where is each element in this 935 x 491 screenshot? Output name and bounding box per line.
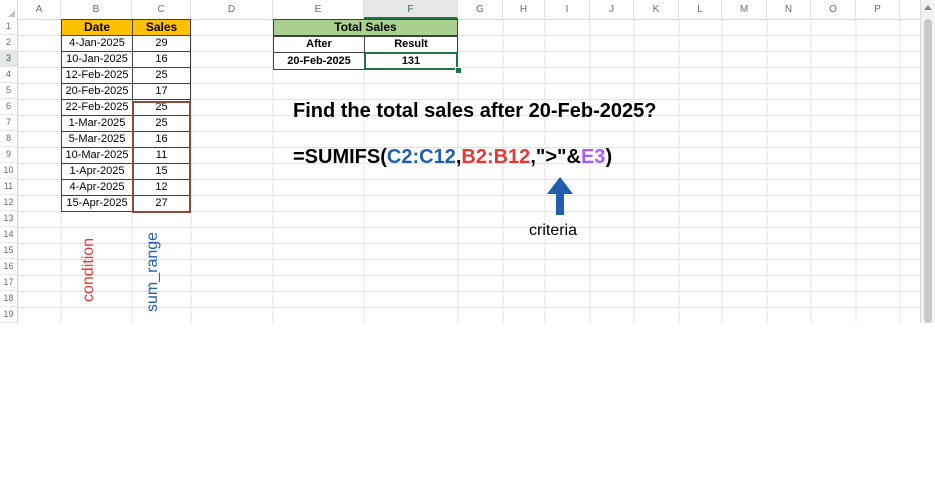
spreadsheet-grid[interactable]: ABCDEFGHIJKLMNOP 1 2 3 4 5 6 7 8 9 10 11 12 13 14 15 16…	[0, 0, 935, 323]
row-header-13[interactable]: 13	[0, 211, 18, 227]
column-header-f[interactable]: F	[364, 0, 458, 19]
date-cell[interactable]: 15-Apr-2025	[61, 195, 133, 212]
date-cell[interactable]: 4-Jan-2025	[61, 35, 133, 52]
result-cell[interactable]: 131	[364, 52, 458, 70]
column-header-e[interactable]: E	[273, 0, 364, 19]
sales-cell[interactable]: 15	[132, 163, 191, 180]
date-cell[interactable]: 1-Apr-2025	[61, 163, 133, 180]
formula-close: )	[605, 146, 613, 168]
scroll-thumb[interactable]	[924, 19, 932, 323]
row-header-17[interactable]: 17	[0, 275, 18, 291]
row-header-10[interactable]: 10	[0, 163, 18, 179]
header-result[interactable]: Result	[364, 36, 458, 53]
row-header-15[interactable]: 15	[0, 243, 18, 259]
column-header-m[interactable]: M	[722, 0, 767, 19]
column-header-d[interactable]: D	[191, 0, 273, 19]
column-header-n[interactable]: N	[767, 0, 811, 19]
column-header-k[interactable]: K	[634, 0, 679, 19]
total-sales-title[interactable]: Total Sales	[273, 19, 458, 36]
formula-operator: ,">"&	[530, 146, 581, 168]
row-header-1[interactable]: 1	[0, 19, 18, 35]
column-header-g[interactable]: G	[458, 0, 503, 19]
formula-function: =SUMIFS(	[293, 146, 387, 168]
row-header-3[interactable]: 3	[0, 51, 18, 67]
column-header-a[interactable]: A	[18, 0, 61, 19]
column-header-j[interactable]: J	[590, 0, 634, 19]
formula-criteria-ref: E3	[580, 146, 606, 168]
date-cell[interactable]: 10-Jan-2025	[61, 51, 133, 68]
sum-range-label: sum_range	[144, 231, 161, 312]
sales-cell[interactable]: 17	[132, 83, 191, 100]
date-cell[interactable]: 1-Mar-2025	[61, 115, 133, 132]
after-date-cell[interactable]: 20-Feb-2025	[273, 52, 365, 70]
row-header-11[interactable]: 11	[0, 179, 18, 195]
date-cell[interactable]: 20-Feb-2025	[61, 83, 133, 100]
column-header-i[interactable]: I	[545, 0, 590, 19]
column-header-p[interactable]: P	[856, 0, 900, 19]
header-sales[interactable]: Sales	[132, 19, 191, 36]
row-header-6[interactable]: 6	[0, 99, 18, 115]
formula-sum-range: C2:C12	[386, 146, 456, 168]
sales-cell[interactable]: 12	[132, 179, 191, 196]
column-header-l[interactable]: L	[679, 0, 722, 19]
select-all-corner[interactable]	[0, 0, 18, 19]
sales-cell[interactable]: 25	[132, 115, 191, 132]
sales-cell[interactable]: 27	[132, 195, 191, 212]
vertical-scrollbar[interactable]	[920, 0, 935, 323]
header-after[interactable]: After	[273, 36, 365, 53]
sales-cell[interactable]: 25	[132, 67, 191, 84]
row-header-18[interactable]: 18	[0, 291, 18, 307]
date-cell[interactable]: 5-Mar-2025	[61, 131, 133, 148]
formula-text: =SUMIFS(C2:C12,B2:B12,">"&E3)	[293, 146, 612, 169]
row-header-5[interactable]: 5	[0, 83, 18, 99]
column-header-c[interactable]: C	[132, 0, 191, 19]
column-header-b[interactable]: B	[61, 0, 132, 19]
header-date[interactable]: Date	[61, 19, 133, 36]
date-cell[interactable]: 4-Apr-2025	[61, 179, 133, 196]
sales-cell[interactable]: 11	[132, 147, 191, 164]
sales-cell[interactable]: 29	[132, 35, 191, 52]
row-header-4[interactable]: 4	[0, 67, 18, 83]
row-header-19[interactable]: 19	[0, 307, 18, 323]
question-text: Find the total sales after 20-Feb-2025?	[293, 100, 657, 122]
scroll-up-icon[interactable]	[924, 5, 932, 10]
formula-criteria-range: B2:B12	[461, 146, 531, 168]
sales-cell[interactable]: 16	[132, 51, 191, 68]
row-header-14[interactable]: 14	[0, 227, 18, 243]
date-cell[interactable]: 10-Mar-2025	[61, 147, 133, 164]
row-header-8[interactable]: 8	[0, 131, 18, 147]
fill-handle[interactable]	[455, 67, 462, 74]
row-header-7[interactable]: 7	[0, 115, 18, 131]
date-cell[interactable]: 22-Feb-2025	[61, 99, 133, 116]
row-header-2[interactable]: 2	[0, 35, 18, 51]
condition-label: condition	[80, 237, 97, 302]
date-cell[interactable]: 12-Feb-2025	[61, 67, 133, 84]
arrow-up-icon	[547, 177, 573, 215]
column-header-h[interactable]: H	[503, 0, 545, 19]
row-header-16[interactable]: 16	[0, 259, 18, 275]
row-header-12[interactable]: 12	[0, 195, 18, 211]
sales-cell[interactable]: 25	[132, 99, 191, 116]
row-header-9[interactable]: 9	[0, 147, 18, 163]
sales-cell[interactable]: 16	[132, 131, 191, 148]
criteria-label: criteria	[529, 222, 578, 239]
column-header-o[interactable]: O	[811, 0, 856, 19]
